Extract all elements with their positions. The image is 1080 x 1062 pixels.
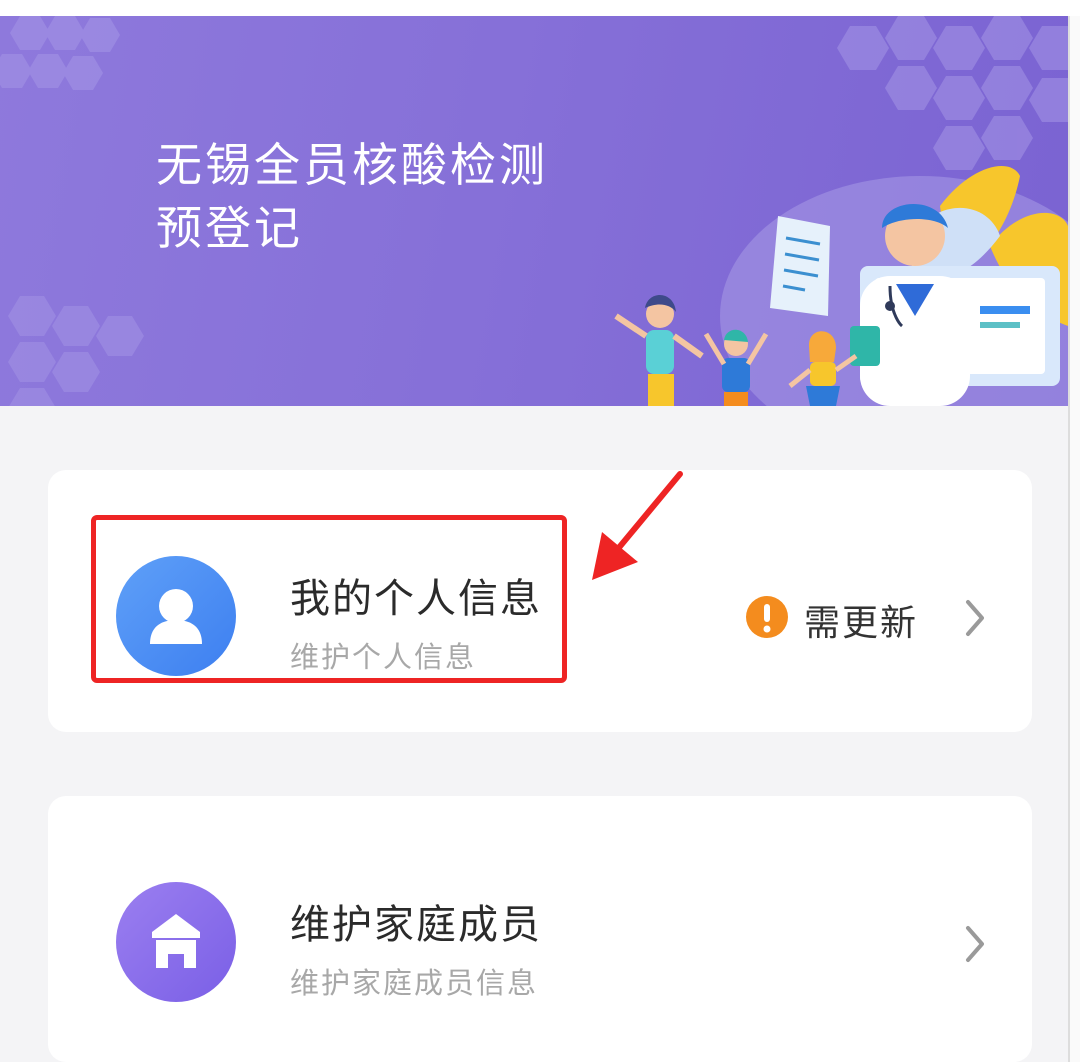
family-members-card[interactable]: 维护家庭成员 维护家庭成员信息: [48, 796, 1032, 1062]
chevron-right-icon[interactable]: [960, 598, 990, 638]
family-members-title: 维护家庭成员: [290, 902, 542, 948]
banner-title: 无锡全员核酸检测 预登记: [156, 138, 548, 255]
header-banner: 无锡全员核酸检测 预登记: [0, 16, 1068, 406]
home-icon: [116, 882, 236, 1002]
family-members-subtitle: 维护家庭成员信息: [290, 966, 539, 1000]
exclamation-icon: [746, 596, 788, 638]
highlight-box: [91, 515, 567, 683]
scrollbar[interactable]: [1068, 16, 1080, 1062]
top-margin: [0, 0, 1080, 16]
doctor-family-illustration: [614, 166, 1068, 406]
chevron-right-icon[interactable]: [960, 924, 990, 964]
hexagon-pattern-top-left: [0, 16, 120, 90]
hexagon-pattern-top-right: [837, 16, 1068, 170]
needs-update-status: 需更新: [804, 603, 919, 644]
hexagon-pattern-bottom-left: [8, 296, 144, 406]
pointer-arrow-icon: [592, 471, 683, 580]
